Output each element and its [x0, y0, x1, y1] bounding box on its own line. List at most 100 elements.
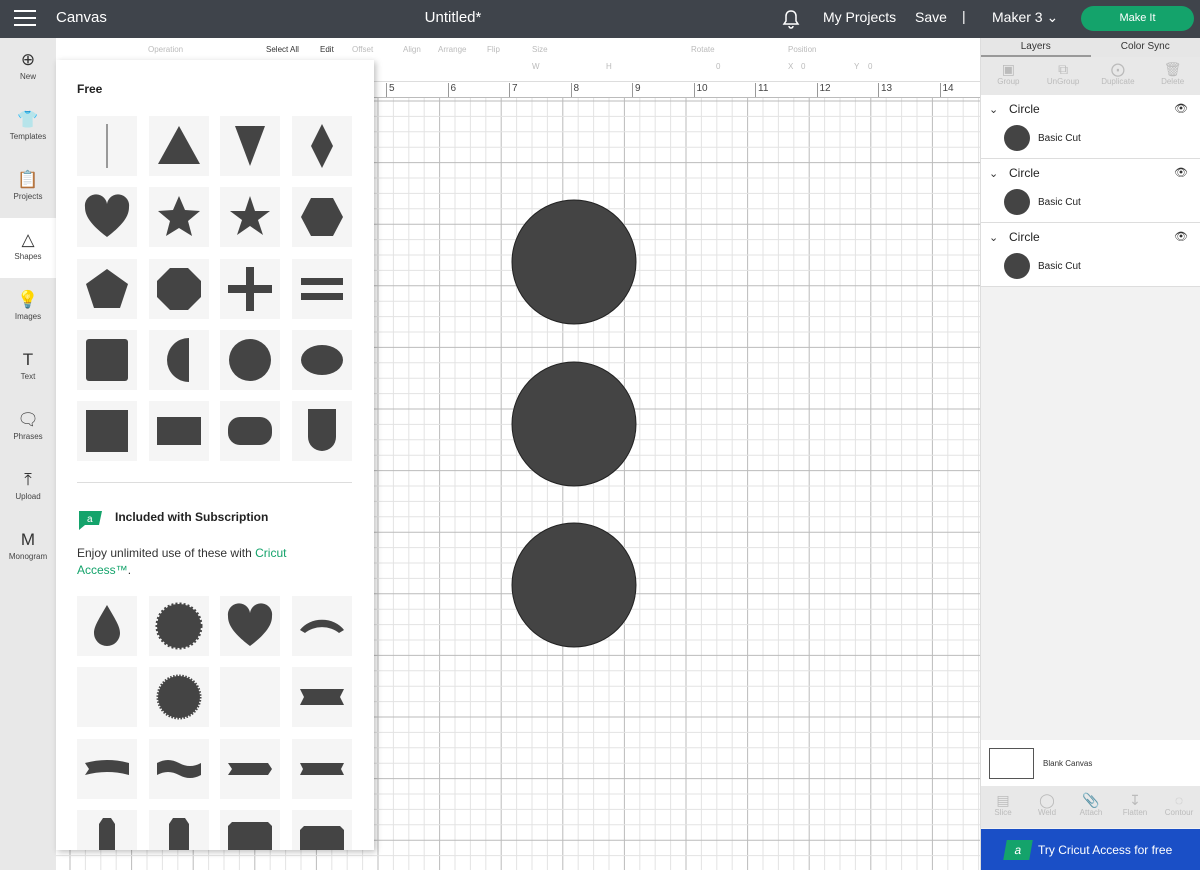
sidebar-item-text[interactable]: TText: [0, 338, 56, 398]
align-button[interactable]: Align: [403, 45, 421, 54]
shape-notched-banner[interactable]: [292, 739, 352, 799]
subscription-text: Enjoy unlimited use of these with Cricut…: [77, 545, 337, 579]
delete-button[interactable]: 🗑Delete: [1145, 57, 1200, 95]
chevron-down-icon[interactable]: ⌄: [989, 231, 998, 244]
shape-crescent-thin[interactable]: [220, 667, 280, 727]
banner-wave-icon: [77, 739, 137, 799]
shape-oval[interactable]: [292, 330, 352, 390]
layer-name: Circle: [1009, 166, 1040, 180]
attach-button[interactable]: 📎Attach: [1069, 786, 1113, 828]
machine-select[interactable]: Maker 3 ⌄: [992, 9, 1058, 26]
x-input[interactable]: 0: [801, 62, 805, 71]
tab-layers[interactable]: Layers: [981, 38, 1091, 57]
arrange-button[interactable]: Arrange: [438, 45, 466, 54]
chevron-down-icon[interactable]: ⌄: [989, 167, 998, 180]
circle-shape[interactable]: [512, 200, 636, 324]
canvas-swatch[interactable]: [989, 748, 1034, 779]
sidebar-item-shapes[interactable]: △Shapes: [0, 218, 56, 278]
sidebar-item-monogram[interactable]: MMonogram: [0, 518, 56, 578]
shape-triangle[interactable]: [149, 116, 209, 176]
blank-canvas-row[interactable]: Blank Canvas: [981, 740, 1200, 786]
sidebar-item-new[interactable]: ⊕New: [0, 38, 56, 98]
shape-rounded-rectangle[interactable]: [220, 401, 280, 461]
operation-label[interactable]: Operation: [148, 45, 183, 54]
flip-button[interactable]: Flip: [487, 45, 500, 54]
eye-icon[interactable]: 👁: [1174, 102, 1188, 115]
shape-ticket[interactable]: [220, 810, 280, 850]
shape-shield[interactable]: [292, 401, 352, 461]
duplicate-button[interactable]: ⨀Duplicate: [1091, 57, 1146, 95]
layer-group[interactable]: ⌄ Circle 👁 Basic Cut: [981, 159, 1200, 223]
shape-plus[interactable]: [220, 259, 280, 319]
layer-group[interactable]: ⌄Circle👁Basic Cut: [981, 95, 1200, 159]
shape-rectangle[interactable]: [149, 401, 209, 461]
shape-octagon[interactable]: [149, 259, 209, 319]
shape-scalloped-circle[interactable]: [149, 596, 209, 656]
eye-icon[interactable]: 👁: [1174, 230, 1188, 243]
shape-square[interactable]: [77, 401, 137, 461]
shape-banner-wave[interactable]: [77, 739, 137, 799]
y-input[interactable]: 0: [868, 62, 872, 71]
shape-hexagon[interactable]: [292, 187, 352, 247]
sidebar-item-phrases[interactable]: 🗨Phrases: [0, 398, 56, 458]
flatten-button[interactable]: ↧Flatten: [1113, 786, 1157, 828]
slice-label: Slice: [994, 808, 1011, 817]
project-title[interactable]: Untitled*: [0, 9, 906, 26]
ruler-tick-label: 10: [694, 83, 708, 98]
rotate-input[interactable]: 0: [716, 62, 720, 71]
offset-button[interactable]: Offset: [352, 45, 373, 54]
shape-tag[interactable]: [77, 810, 137, 850]
subscription-desc: Enjoy unlimited use of these with: [77, 546, 255, 560]
shape-heart[interactable]: [220, 596, 280, 656]
shape-drop[interactable]: [77, 596, 137, 656]
shape-circle[interactable]: [220, 330, 280, 390]
shape-ticket-2[interactable]: [292, 810, 352, 850]
group-button[interactable]: ▣Group: [981, 57, 1036, 95]
tab-color-sync[interactable]: Color Sync: [1091, 38, 1200, 57]
shape-arc[interactable]: [292, 596, 352, 656]
shape-crescent[interactable]: [77, 667, 137, 727]
sidebar-item-templates[interactable]: 👕Templates: [0, 98, 56, 158]
weld-button[interactable]: ◯Weld: [1025, 786, 1069, 828]
shape-rounded-square[interactable]: [77, 330, 137, 390]
layer-group[interactable]: ⌄Circle👁Basic Cut: [981, 223, 1200, 287]
ungroup-button[interactable]: ⧉UnGroup: [1036, 57, 1091, 95]
edit-button[interactable]: Edit: [320, 45, 334, 54]
sidebar-item-projects[interactable]: 📋Projects: [0, 158, 56, 218]
sidebar-item-label: Monogram: [9, 552, 47, 561]
select-all-button[interactable]: Select All: [266, 45, 299, 54]
chevron-down-icon[interactable]: ⌄: [989, 103, 998, 116]
save-button[interactable]: Save: [915, 9, 947, 25]
shape-ribbon[interactable]: [292, 667, 352, 727]
eye-icon[interactable]: 👁: [1174, 166, 1188, 179]
shape-wave[interactable]: [149, 739, 209, 799]
sidebar-item-upload[interactable]: ⤒Upload: [0, 458, 56, 518]
slice-button[interactable]: ▤Slice: [981, 786, 1025, 828]
circle-shape[interactable]: [512, 523, 636, 647]
shape-equals[interactable]: [292, 259, 352, 319]
sidebar-item-images[interactable]: 💡Images: [0, 278, 56, 338]
shape-star-thin[interactable]: [220, 187, 280, 247]
shape-arrow-banner[interactable]: [220, 739, 280, 799]
circle-shape[interactable]: [512, 362, 636, 486]
shape-diamond[interactable]: [292, 116, 352, 176]
delete-label: Delete: [1161, 77, 1184, 86]
shape-tag-2[interactable]: [149, 810, 209, 850]
flatten-icon: ↧: [1113, 792, 1157, 808]
shape-line[interactable]: [77, 116, 137, 176]
shape-inverted-triangle[interactable]: [220, 116, 280, 176]
layer-operation[interactable]: Basic Cut: [1038, 197, 1081, 208]
ticket-icon: [220, 810, 280, 850]
contour-button[interactable]: ◌Contour: [1157, 786, 1200, 828]
bell-icon[interactable]: [782, 9, 800, 29]
shape-pentagon[interactable]: [77, 259, 137, 319]
shape-star[interactable]: [149, 187, 209, 247]
make-it-button[interactable]: Make It: [1081, 6, 1194, 31]
my-projects-link[interactable]: My Projects: [823, 9, 896, 25]
layer-operation[interactable]: Basic Cut: [1038, 133, 1081, 144]
shape-heart[interactable]: [77, 187, 137, 247]
shape-serrated-circle[interactable]: [149, 667, 209, 727]
try-cricut-access-button[interactable]: a Try Cricut Access for free: [981, 829, 1200, 870]
shape-half-circle[interactable]: [149, 330, 209, 390]
layer-operation[interactable]: Basic Cut: [1038, 261, 1081, 272]
